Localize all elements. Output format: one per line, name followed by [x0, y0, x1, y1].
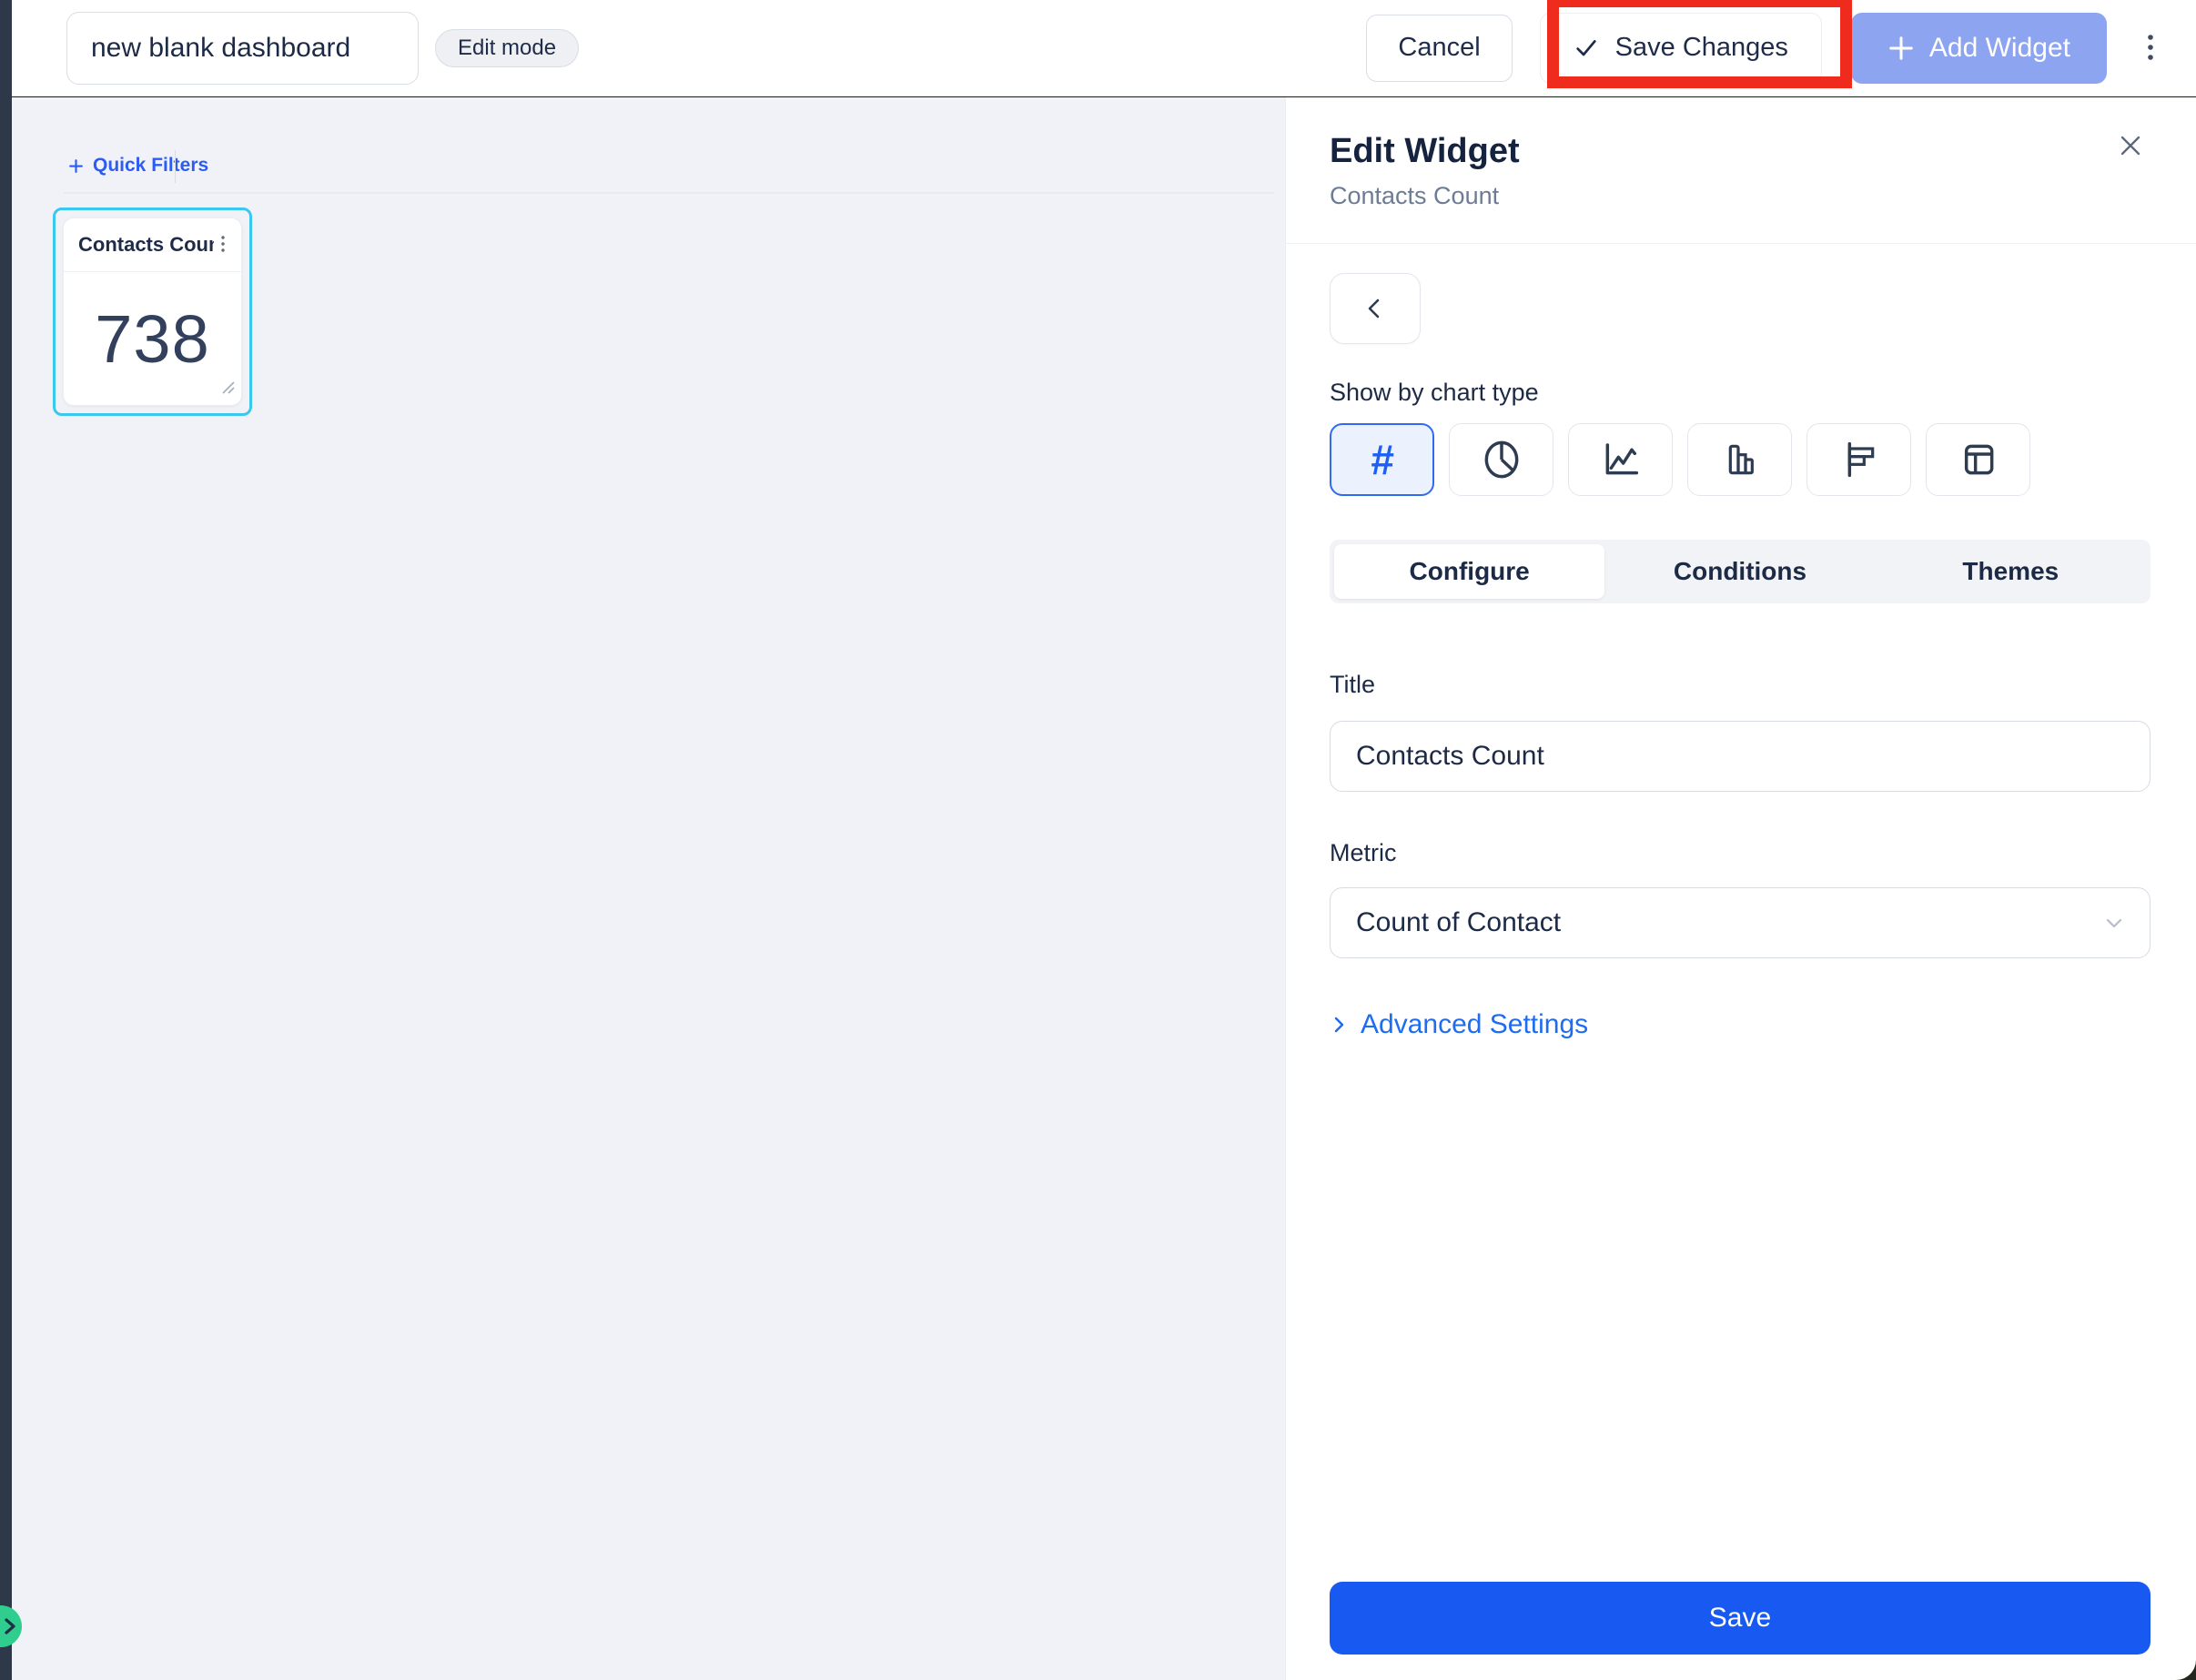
plus-icon [68, 158, 84, 174]
collapsed-sidebar [0, 0, 12, 1680]
save-changes-button[interactable]: Save Changes [1540, 13, 1822, 84]
cancel-label: Cancel [1398, 33, 1480, 63]
kebab-menu-icon [2145, 30, 2156, 66]
panel-subtitle: Contacts Count [1330, 182, 2150, 210]
chart-type-line-button[interactable] [1568, 423, 1673, 496]
widget-kebab-menu-icon[interactable] [214, 233, 232, 257]
cancel-button[interactable]: Cancel [1366, 15, 1512, 82]
chart-type-selector: # [1330, 423, 2150, 496]
contacts-count-widget[interactable]: Contacts Count 738 [63, 218, 242, 406]
add-widget-button[interactable]: Add Widget [1851, 13, 2107, 84]
panel-tabs: Configure Conditions Themes [1330, 540, 2150, 603]
title-field-label: Title [1330, 671, 2150, 699]
panel-spacer [1330, 1040, 2150, 1582]
tab-conditions[interactable]: Conditions [1604, 544, 1875, 599]
back-button[interactable] [1330, 273, 1421, 344]
metric-select[interactable]: Count of Contact [1330, 887, 2150, 958]
checkmark-icon [1574, 35, 1599, 61]
table-icon [1957, 438, 2000, 481]
show-by-chart-type-label: Show by chart type [1330, 379, 2150, 407]
widget-value: 738 [95, 300, 209, 378]
chart-type-table-button[interactable] [1926, 423, 2030, 496]
chevron-left-icon [1359, 292, 1391, 325]
quick-filters-divider [175, 150, 176, 183]
close-icon[interactable] [2112, 127, 2149, 164]
chart-type-pie-button[interactable] [1449, 423, 1553, 496]
edit-widget-panel: Edit Widget Contacts Count Show by chart… [1285, 97, 2196, 1680]
edit-mode-label: Edit mode [458, 35, 556, 61]
chart-type-bar-button[interactable] [1806, 423, 1911, 496]
dashboard-editor-app: Edit mode Cancel Save Changes Add Widget [0, 0, 2196, 1680]
advanced-settings-label: Advanced Settings [1361, 1009, 1588, 1040]
advanced-settings-link[interactable]: Advanced Settings [1330, 1009, 2150, 1040]
tab-themes[interactable]: Themes [1876, 544, 2146, 599]
bar-chart-icon [1837, 438, 1881, 481]
save-changes-label: Save Changes [1615, 33, 1788, 63]
panel-title: Edit Widget [1330, 132, 2150, 171]
chevron-right-icon [1330, 1014, 1348, 1036]
dashboard-canvas: Quick Filters Contacts Count 738 [12, 97, 1285, 1680]
number-icon: # [1371, 435, 1394, 484]
add-widget-label: Add Widget [1929, 33, 2070, 64]
quick-filters-button[interactable]: Quick Filters [68, 155, 208, 177]
widget-title: Contacts Count [78, 233, 214, 257]
chevron-down-icon [2104, 915, 2124, 931]
tab-configure[interactable]: Configure [1334, 544, 1604, 599]
chart-type-column-button[interactable] [1687, 423, 1792, 496]
edit-mode-badge: Edit mode [435, 29, 579, 67]
top-bar: Edit mode Cancel Save Changes Add Widget [12, 0, 2196, 96]
quick-filters-label: Quick Filters [93, 155, 208, 177]
metric-select-value: Count of Contact [1356, 907, 1561, 938]
more-options-button[interactable] [2130, 21, 2171, 76]
metric-field-label: Metric [1330, 839, 2150, 867]
save-button[interactable]: Save [1330, 1582, 2150, 1655]
dashboard-name-input[interactable] [66, 12, 419, 85]
chevron-right-icon [0, 1615, 20, 1637]
widget-body: 738 [64, 272, 241, 405]
pie-chart-icon [1480, 438, 1523, 481]
filters-bar-divider [64, 192, 1274, 194]
top-bar-actions: Cancel Save Changes Add Widget [1366, 13, 2171, 84]
column-chart-icon [1718, 438, 1762, 481]
plus-icon [1887, 35, 1915, 62]
resize-handle[interactable] [219, 379, 236, 400]
chart-type-number-button[interactable]: # [1330, 423, 1434, 496]
selected-widget-outline[interactable]: Contacts Count 738 [53, 207, 252, 416]
line-chart-icon [1599, 438, 1643, 481]
widget-header: Contacts Count [64, 218, 241, 272]
panel-divider [1286, 243, 2196, 244]
title-input[interactable] [1330, 721, 2150, 792]
